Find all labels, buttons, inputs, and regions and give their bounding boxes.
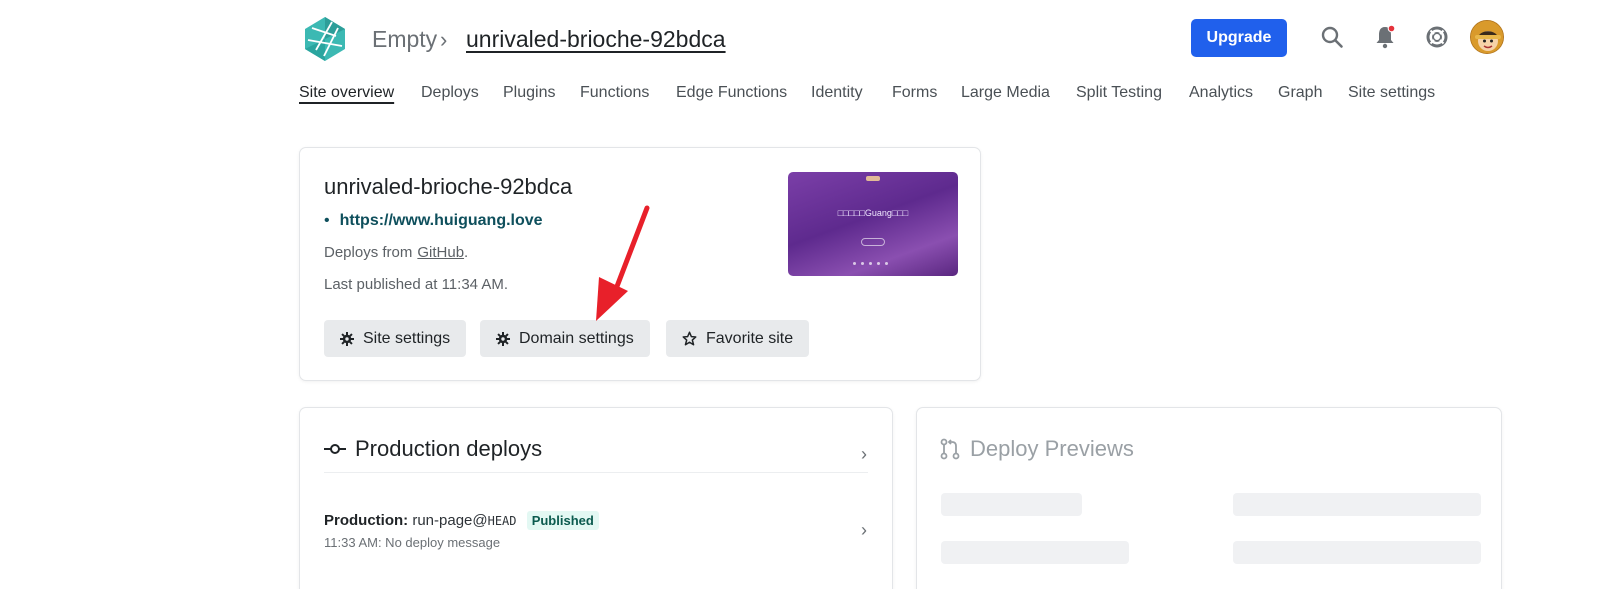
- netlify-logo-icon[interactable]: [302, 16, 348, 62]
- tab-analytics[interactable]: Analytics: [1189, 84, 1253, 102]
- git-commit-icon: [324, 444, 346, 454]
- domain-settings-label: Domain settings: [519, 329, 634, 347]
- deploy-previews-card: Deploy Previews: [916, 407, 1502, 589]
- search-icon: [1321, 26, 1343, 48]
- site-url-text[interactable]: https://www.huiguang.love: [340, 212, 543, 229]
- deploys-from-prefix: Deploys from: [324, 244, 413, 261]
- gear-icon: [496, 331, 510, 346]
- chevron-right-icon[interactable]: ›: [861, 520, 867, 541]
- star-icon: [682, 331, 697, 346]
- breadcrumb-team[interactable]: Empty: [372, 26, 437, 53]
- tab-graph[interactable]: Graph: [1278, 84, 1322, 102]
- favorite-site-label: Favorite site: [706, 329, 794, 347]
- breadcrumb-site[interactable]: unrivaled-brioche-92bdca: [466, 26, 726, 53]
- production-deploys-card[interactable]: Production deploys › Production: run-pag…: [299, 407, 893, 589]
- bullet-icon: •: [324, 212, 330, 229]
- domain-settings-button[interactable]: Domain settings: [480, 320, 650, 357]
- tab-split-testing[interactable]: Split Testing: [1076, 84, 1162, 102]
- last-published-text: Last published at 11:34 AM.: [324, 276, 509, 293]
- deploys-from-suffix: .: [464, 244, 469, 261]
- tab-forms[interactable]: Forms: [892, 84, 937, 102]
- deploy-time-message: 11:33 AM: No deploy message: [324, 535, 501, 550]
- tab-edge-functions[interactable]: Edge Functions: [676, 84, 787, 102]
- preview-header-mark: [866, 176, 880, 181]
- help-lifebuoy-icon: [1426, 26, 1448, 48]
- loading-skeleton: [1233, 541, 1481, 564]
- tab-site-overview[interactable]: Site overview: [299, 84, 394, 102]
- help-button[interactable]: [1422, 22, 1452, 52]
- pull-request-icon: [940, 438, 960, 460]
- divider: [324, 472, 868, 473]
- bell-icon: [1376, 24, 1396, 49]
- tab-site-settings[interactable]: Site settings: [1348, 84, 1435, 102]
- tab-identity[interactable]: Identity: [811, 84, 863, 102]
- loading-skeleton: [941, 541, 1129, 564]
- deploy-summary[interactable]: Production: run-page@HEAD Published: [324, 511, 599, 530]
- deploy-previews-title: Deploy Previews: [970, 436, 1134, 461]
- site-url-link[interactable]: • https://www.huiguang.love: [324, 212, 543, 230]
- tab-deploys[interactable]: Deploys: [421, 84, 479, 102]
- annotation-arrow-icon: [596, 205, 650, 321]
- loading-skeleton: [1233, 493, 1481, 516]
- deploy-context-label: Production:: [324, 512, 409, 529]
- tab-large-media[interactable]: Large Media: [961, 84, 1050, 102]
- preview-title: □□□□□Guang□□□: [837, 208, 909, 218]
- notifications-button[interactable]: [1370, 22, 1400, 52]
- loading-skeleton: [941, 493, 1082, 516]
- top-bar: Empty › unrivaled-brioche-92bdca Upgrade: [0, 0, 1610, 80]
- status-badge: Published: [526, 511, 599, 530]
- gear-icon: [340, 331, 354, 346]
- site-preview-thumbnail[interactable]: □□□□□Guang□□□: [788, 172, 958, 276]
- deploy-previews-header: Deploy Previews: [939, 436, 1134, 462]
- site-settings-label: Site settings: [363, 329, 451, 347]
- upgrade-button[interactable]: Upgrade: [1191, 19, 1287, 57]
- github-link[interactable]: GitHub: [417, 244, 464, 261]
- production-deploys-header[interactable]: Production deploys: [324, 436, 542, 462]
- tab-plugins[interactable]: Plugins: [503, 84, 555, 102]
- favorite-site-button[interactable]: Favorite site: [666, 320, 810, 357]
- tab-functions[interactable]: Functions: [580, 84, 649, 102]
- preview-button-shape: [861, 238, 885, 246]
- deploys-from-text: Deploys from GitHub.: [324, 244, 468, 261]
- avatar[interactable]: [1470, 20, 1504, 54]
- deploy-branch: run-page@: [412, 512, 488, 529]
- site-title: unrivaled-brioche-92bdca: [324, 174, 573, 199]
- breadcrumb-separator-icon: ›: [440, 27, 448, 52]
- search-button[interactable]: [1317, 22, 1347, 52]
- production-deploys-title: Production deploys: [355, 436, 543, 461]
- avatar-image-icon: [1471, 21, 1503, 53]
- deploy-ref: HEAD: [487, 514, 517, 528]
- chevron-right-icon[interactable]: ›: [861, 444, 867, 465]
- site-settings-button[interactable]: Site settings: [324, 320, 467, 357]
- preview-social-dots: [853, 262, 893, 266]
